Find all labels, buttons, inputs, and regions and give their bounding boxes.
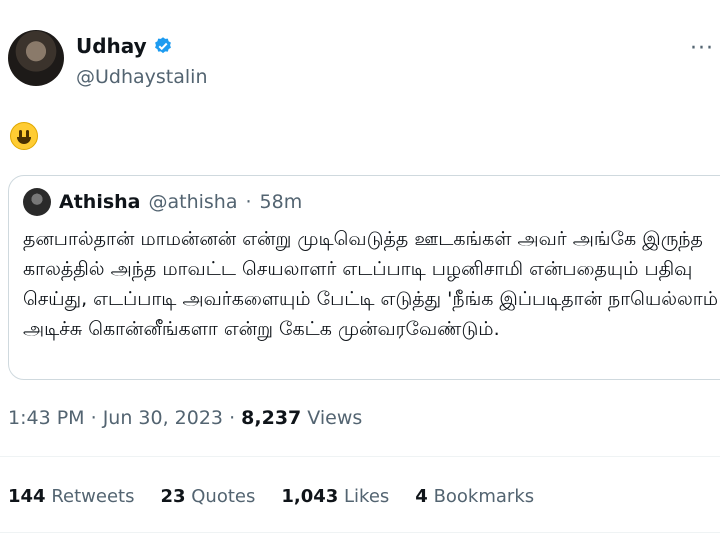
views-count: 8,237 (241, 407, 302, 429)
quotes-count: 23 (160, 486, 186, 507)
separator-dot: · (245, 191, 252, 213)
quoted-tweet-text: தனபால்தான் மாமன்னன் என்று முடிவெடுத்த ஊட… (23, 228, 719, 340)
retweets-stat[interactable]: 144 Retweets (8, 486, 134, 507)
engagement-stats: 144 Retweets 23 Quotes 1,043 Likes 4 Boo… (8, 486, 534, 507)
quoted-tweet[interactable]: Athisha @athisha · 58m தனபால்தான் மாமன்ன… (8, 175, 720, 380)
quoted-author-name: Athisha (59, 191, 141, 213)
more-options-icon[interactable]: ··· (690, 36, 714, 61)
likes-stat[interactable]: 1,043 Likes (281, 486, 389, 507)
quotes-label: Quotes (191, 486, 256, 507)
meta-separator: · (223, 407, 242, 429)
author-handle[interactable]: @Udhaystalin (76, 66, 208, 88)
views-label: Views (301, 407, 363, 429)
tweet-meta: 1:43 PM · Jun 30, 2023 · 8,237 Views (8, 407, 362, 429)
quoted-author-avatar (23, 188, 51, 216)
grinning-face-emoji-icon (10, 122, 38, 150)
retweets-label: Retweets (51, 486, 135, 507)
verified-badge-icon (154, 37, 171, 54)
quotes-stat[interactable]: 23 Quotes (160, 486, 255, 507)
author-name[interactable]: Udhay (76, 34, 147, 58)
bookmarks-count: 4 (415, 486, 428, 507)
quoted-tweet-header: Athisha @athisha · 58m (23, 188, 302, 216)
quoted-tweet-time: 58m (259, 191, 303, 213)
bookmarks-stat[interactable]: 4 Bookmarks (415, 486, 534, 507)
author-avatar[interactable] (8, 30, 64, 86)
retweets-count: 144 (8, 486, 46, 507)
divider (0, 456, 720, 457)
likes-label: Likes (344, 486, 390, 507)
bookmarks-label: Bookmarks (433, 486, 535, 507)
author-name-row: Udhay (76, 34, 173, 58)
quoted-author-handle: @athisha (148, 191, 238, 213)
meta-separator: · (84, 407, 103, 429)
divider (0, 532, 720, 533)
tweet-time[interactable]: 1:43 PM (8, 407, 85, 429)
likes-count: 1,043 (281, 486, 339, 507)
tweet-date[interactable]: Jun 30, 2023 (103, 407, 223, 429)
